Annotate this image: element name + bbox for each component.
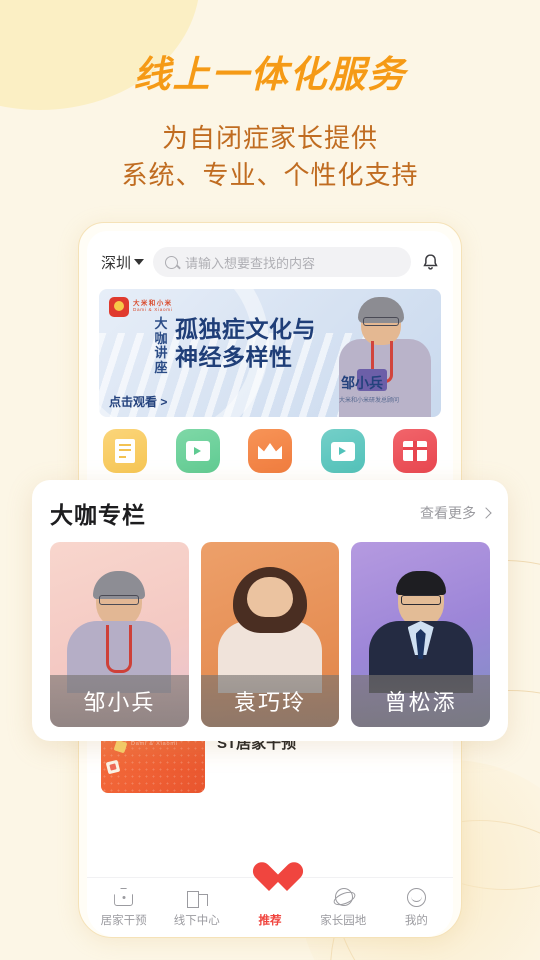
tabbar-item-mine[interactable]: 我的: [380, 885, 453, 928]
brand-name-en: Dami & Xiaomi: [133, 307, 173, 313]
expert-column-title: 大咖专栏: [50, 502, 146, 528]
search-input[interactable]: 请输入想要查找的内容: [153, 247, 411, 277]
tabbar-label: 我的: [404, 915, 428, 927]
bottom-tabbar: 居家干预 线下中心 推荐 家长园地 我的: [87, 877, 453, 937]
bell-icon[interactable]: [420, 252, 441, 273]
tabbar-item-home-intervention[interactable]: 居家干预: [87, 885, 160, 928]
expert-column-card: 大咖专栏 查看更多 邹小兵 袁巧玲 曾松添: [32, 480, 508, 741]
quick-entry-note[interactable]: [103, 429, 147, 473]
brand-mark-icon: [109, 297, 129, 317]
chevron-down-icon: [134, 259, 145, 265]
tabbar-item-parent-garden[interactable]: 家长园地: [307, 885, 380, 928]
expert-column-more-link[interactable]: 查看更多: [420, 503, 492, 523]
expert-name: 邹小兵: [50, 675, 189, 727]
expert-card[interactable]: 邹小兵: [50, 542, 189, 727]
planet-icon: [333, 887, 354, 907]
expert-list: 邹小兵 袁巧玲 曾松添: [50, 542, 491, 727]
expert-name: 曾松添: [351, 675, 491, 727]
tabbar-label: 居家干预: [100, 915, 147, 927]
banner-headline: 孤独症文化与 神经多样性: [175, 315, 316, 371]
hero-subtitle: 为自闭症家长提供 系统、专业、个性化支持: [0, 120, 540, 194]
hero-headline: 线上一体化服务 为自闭症家长提供 系统、专业、个性化支持: [0, 0, 540, 194]
quick-entry-live[interactable]: [320, 429, 365, 473]
expert-column-more-label: 查看更多: [420, 505, 476, 521]
quick-entry-row: [87, 417, 453, 473]
expert-card[interactable]: 曾松添: [351, 542, 491, 727]
tabbar-item-recommend[interactable]: 推荐: [233, 885, 306, 928]
search-icon: [165, 255, 179, 269]
tv-icon: [330, 441, 355, 461]
note-icon: [115, 439, 135, 463]
video-card-icon: [185, 441, 210, 461]
crown-icon: [258, 443, 282, 459]
expert-column-header: 大咖专栏 查看更多: [50, 496, 492, 530]
building-icon: [186, 889, 208, 908]
tabbar-item-offline-center[interactable]: 线下中心: [160, 885, 233, 928]
banner-series-label: 大咖讲座: [154, 316, 168, 375]
banner-logo: 大米和小米 Dami & Xiaomi: [109, 297, 173, 317]
app-topbar: 深圳 请输入想要查找的内容: [87, 231, 453, 287]
heart-icon: [253, 863, 287, 894]
tabbar-label: 家长园地: [320, 915, 367, 927]
banner-headline-line-1: 孤独症文化与: [175, 316, 316, 342]
hero-subtitle-line-1: 为自闭症家长提供: [161, 123, 378, 153]
banner-cta[interactable]: 点击观看 >: [109, 393, 167, 410]
hero-subtitle-line-2: 系统、专业、个性化支持: [121, 159, 419, 190]
quick-entry-video[interactable]: [175, 429, 220, 473]
search-placeholder: 请输入想要查找的内容: [185, 255, 316, 271]
chevron-right-icon: [480, 507, 492, 519]
tabbar-label: 推荐: [258, 915, 282, 927]
course-thumb-brand: Dami & Xiaomi: [131, 741, 178, 747]
gift-icon: [403, 441, 427, 461]
city-selector[interactable]: 深圳: [101, 252, 145, 273]
expert-card[interactable]: 袁巧玲: [200, 542, 340, 727]
quick-entry-gift[interactable]: [393, 429, 437, 473]
banner-speaker-name: 邹小兵: [341, 375, 383, 391]
promo-banner[interactable]: 大米和小米 Dami & Xiaomi 大咖讲座 孤独症文化与 神经多样性 邹小…: [99, 289, 441, 417]
smiley-icon: [406, 887, 426, 907]
quick-entry-vip[interactable]: [248, 429, 292, 473]
banner-headline-line-2: 神经多样性: [175, 344, 293, 371]
banner-speaker-role: 大米和小米研发总顾问: [338, 398, 399, 404]
expert-name: 袁巧玲: [200, 675, 340, 727]
tabbar-label: 线下中心: [173, 915, 220, 927]
home-icon: [114, 888, 134, 906]
city-label: 深圳: [101, 254, 132, 272]
hero-title: 线上一体化服务: [133, 54, 407, 95]
